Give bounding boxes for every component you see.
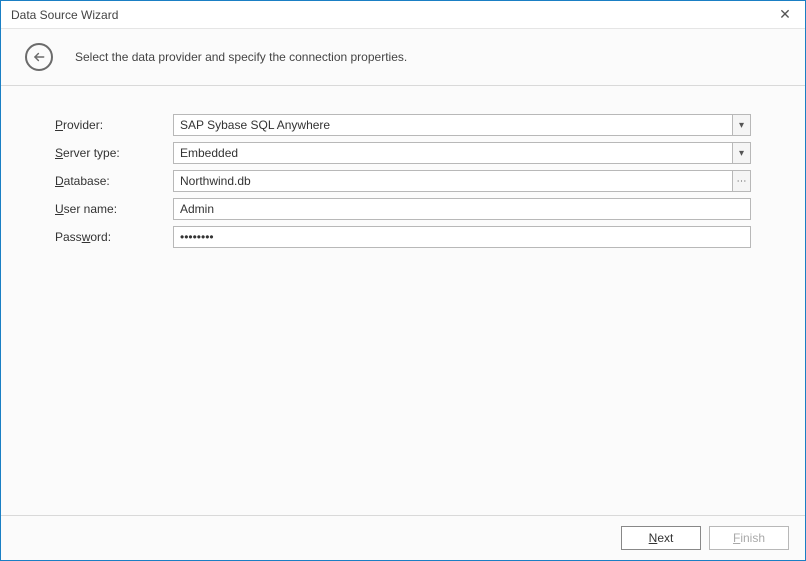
next-button[interactable]: Next [621, 526, 701, 550]
username-label: User name: [55, 202, 173, 216]
back-button[interactable] [25, 43, 53, 71]
password-label: Password: [55, 230, 173, 244]
arrow-left-icon [32, 50, 46, 64]
provider-value: SAP Sybase SQL Anywhere [180, 118, 330, 132]
server-type-value: Embedded [180, 146, 238, 160]
provider-dropdown-button[interactable]: ▾ [733, 114, 751, 136]
server-type-row: Server type: Embedded ▾ [55, 142, 751, 164]
server-type-dropdown-button[interactable]: ▾ [733, 142, 751, 164]
server-type-label: Server type: [55, 146, 173, 160]
provider-combobox[interactable]: SAP Sybase SQL Anywhere [173, 114, 733, 136]
chevron-down-icon: ▾ [739, 120, 744, 131]
username-input[interactable] [173, 198, 751, 220]
close-icon[interactable]: ✕ [775, 6, 795, 23]
wizard-window: Data Source Wizard ✕ Select the data pro… [0, 0, 806, 561]
database-browse-button[interactable]: ⋯ [733, 170, 751, 192]
form-area: Provider: SAP Sybase SQL Anywhere ▾ Serv… [1, 86, 805, 515]
footer: Next Finish [1, 515, 805, 560]
finish-button: Finish [709, 526, 789, 550]
instruction-text: Select the data provider and specify the… [75, 50, 407, 64]
provider-row: Provider: SAP Sybase SQL Anywhere ▾ [55, 114, 751, 136]
provider-label: Provider: [55, 118, 173, 132]
titlebar: Data Source Wizard ✕ [1, 1, 805, 29]
wizard-header: Select the data provider and specify the… [1, 29, 805, 86]
database-input[interactable] [173, 170, 733, 192]
password-row: Password: [55, 226, 751, 248]
database-label: Database: [55, 174, 173, 188]
password-input[interactable] [173, 226, 751, 248]
server-type-combobox[interactable]: Embedded [173, 142, 733, 164]
window-title: Data Source Wizard [11, 8, 118, 22]
database-row: Database: ⋯ [55, 170, 751, 192]
username-row: User name: [55, 198, 751, 220]
ellipsis-icon: ⋯ [737, 176, 747, 187]
chevron-down-icon: ▾ [739, 148, 744, 159]
